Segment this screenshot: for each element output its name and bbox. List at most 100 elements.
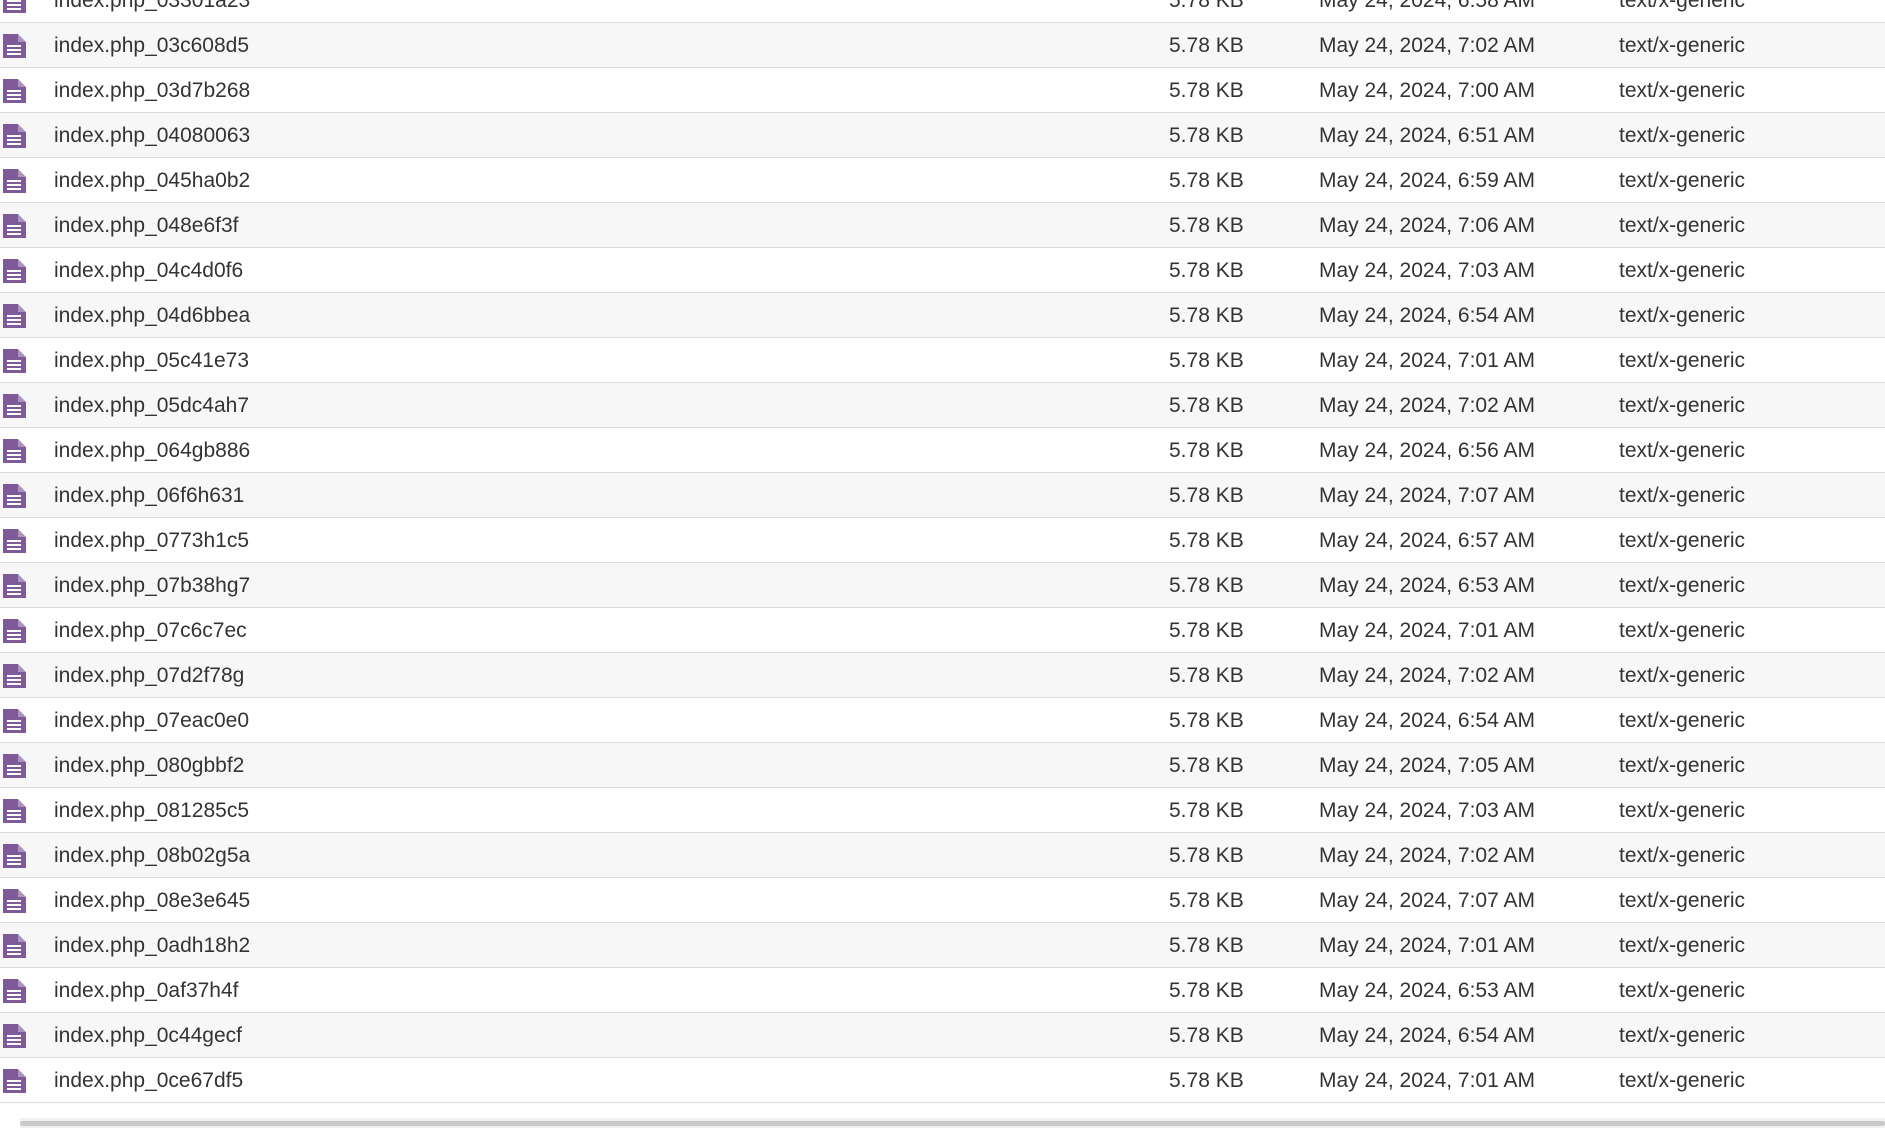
- file-row[interactable]: index.php_0773h1c5 5.78 KB May 24, 2024, 6…: [0, 518, 1885, 563]
- file-name-link[interactable]: index.php_0ce67df5: [54, 1058, 243, 1103]
- file-name-link[interactable]: index.php_05c41e73: [54, 338, 249, 383]
- horizontal-scrollbar-thumb[interactable]: [20, 1121, 1885, 1126]
- file-text-icon[interactable]: [0, 203, 30, 248]
- file-name-link[interactable]: index.php_08e3e645: [54, 878, 250, 923]
- file-name-link[interactable]: index.php_064gb886: [54, 428, 250, 473]
- file-name-link[interactable]: index.php_05dc4ah7: [54, 383, 249, 428]
- file-name-link[interactable]: index.php_07c6c7ec: [54, 608, 247, 653]
- file-row[interactable]: index.php_045ha0b2 5.78 KB May 24, 2024, 6…: [0, 158, 1885, 203]
- file-row[interactable]: index.php_08e3e645 5.78 KB May 24, 2024, 7…: [0, 878, 1885, 923]
- file-row[interactable]: index.php_0ce67df5 5.78 KB May 24, 2024, 7…: [0, 1058, 1885, 1103]
- file-modified-date: May 24, 2024, 7:00 AM: [1319, 79, 1535, 102]
- file-name-link[interactable]: index.php_0adh18h2: [54, 923, 250, 968]
- file-text-icon[interactable]: [0, 383, 30, 428]
- file-mime-type: text/x-generic: [1619, 394, 1746, 417]
- file-text-icon[interactable]: [0, 563, 30, 608]
- file-text-icon[interactable]: [0, 878, 30, 923]
- file-name-link[interactable]: index.php_07eac0e0: [54, 698, 249, 743]
- file-mime-type: text/x-generic: [1619, 439, 1746, 462]
- file-row[interactable]: index.php_04d6bbea 5.78 KB May 24, 2024, 6…: [0, 293, 1885, 338]
- file-row[interactable]: index.php_064gb886 5.78 KB May 24, 2024, 6…: [0, 428, 1885, 473]
- file-text-icon[interactable]: [0, 428, 30, 473]
- file-text-icon[interactable]: [0, 68, 30, 113]
- file-name-link[interactable]: index.php_0773h1c5: [54, 518, 249, 563]
- file-text-icon[interactable]: [0, 968, 30, 1013]
- file-size: 5.78 KB: [1169, 124, 1244, 147]
- file-name-link[interactable]: index.php_04080063: [54, 113, 250, 158]
- file-size: 5.78 KB: [1169, 0, 1244, 12]
- file-text-icon[interactable]: [0, 743, 30, 788]
- file-row[interactable]: index.php_0adh18h2 5.78 KB May 24, 2024, 7…: [0, 923, 1885, 968]
- file-name-link[interactable]: index.php_08b02g5a: [54, 833, 250, 878]
- file-row[interactable]: index.php_03301a23 5.78 KB May 24, 2024, 6…: [0, 0, 1885, 23]
- file-row[interactable]: index.php_04080063 5.78 KB May 24, 2024, 6…: [0, 113, 1885, 158]
- file-size: 5.78 KB: [1169, 484, 1244, 507]
- file-row[interactable]: index.php_0af37h4f 5.78 KB May 24, 2024, 6…: [0, 968, 1885, 1013]
- file-text-icon[interactable]: [0, 293, 30, 338]
- file-name-link[interactable]: index.php_03d7b268: [54, 68, 250, 113]
- file-name-link[interactable]: index.php_081285c5: [54, 788, 249, 833]
- file-row[interactable]: index.php_07eac0e0 5.78 KB May 24, 2024, 6…: [0, 698, 1885, 743]
- file-text-icon[interactable]: [0, 158, 30, 203]
- file-row[interactable]: index.php_0c44gecf 5.78 KB May 24, 2024, 6…: [0, 1013, 1885, 1058]
- file-text-icon[interactable]: [0, 833, 30, 878]
- horizontal-scrollbar[interactable]: [20, 1118, 1885, 1128]
- file-mime-type: text/x-generic: [1619, 889, 1746, 912]
- file-name-link[interactable]: index.php_045ha0b2: [54, 158, 250, 203]
- file-text-icon[interactable]: [0, 923, 30, 968]
- file-modified-date: May 24, 2024, 7:07 AM: [1319, 889, 1535, 912]
- file-mime-type: text/x-generic: [1619, 1024, 1746, 1047]
- file-row[interactable]: index.php_07d2f78g 5.78 KB May 24, 2024, 7…: [0, 653, 1885, 698]
- file-mime-type: text/x-generic: [1619, 304, 1746, 327]
- file-name-link[interactable]: index.php_06f6h631: [54, 473, 244, 518]
- file-mime-type: text/x-generic: [1619, 934, 1746, 957]
- file-name-link[interactable]: index.php_048e6f3f: [54, 203, 239, 248]
- file-modified-date: May 24, 2024, 7:01 AM: [1319, 1069, 1535, 1092]
- file-row[interactable]: index.php_081285c5 5.78 KB May 24, 2024, 7…: [0, 788, 1885, 833]
- file-name-link[interactable]: index.php_03c608d5: [54, 23, 249, 68]
- file-row[interactable]: index.php_07c6c7ec 5.78 KB May 24, 2024, 7…: [0, 608, 1885, 653]
- file-name-link[interactable]: index.php_04c4d0f6: [54, 248, 243, 293]
- file-size: 5.78 KB: [1169, 1069, 1244, 1092]
- file-row[interactable]: index.php_06f6h631 5.78 KB May 24, 2024, 7…: [0, 473, 1885, 518]
- file-name-link[interactable]: index.php_07b38hg7: [54, 563, 250, 608]
- file-text-icon[interactable]: [0, 473, 30, 518]
- file-mime-type: text/x-generic: [1619, 1069, 1746, 1092]
- file-modified-date: May 24, 2024, 7:03 AM: [1319, 259, 1535, 282]
- file-row[interactable]: index.php_05dc4ah7 5.78 KB May 24, 2024, 7…: [0, 383, 1885, 428]
- file-list-table: index.php_03301a23 5.78 KB May 24, 2024, 6…: [0, 0, 1885, 1103]
- file-text-icon[interactable]: [0, 338, 30, 383]
- file-row[interactable]: index.php_04c4d0f6 5.78 KB May 24, 2024, 7…: [0, 248, 1885, 293]
- file-text-icon[interactable]: [0, 653, 30, 698]
- file-modified-date: May 24, 2024, 7:01 AM: [1319, 619, 1535, 642]
- file-row[interactable]: index.php_07b38hg7 5.78 KB May 24, 2024, 6…: [0, 563, 1885, 608]
- file-modified-date: May 24, 2024, 7:05 AM: [1319, 754, 1535, 777]
- file-text-icon[interactable]: [0, 1058, 30, 1103]
- file-text-icon[interactable]: [0, 23, 30, 68]
- file-text-icon[interactable]: [0, 113, 30, 158]
- file-text-icon[interactable]: [0, 518, 30, 563]
- file-mime-type: text/x-generic: [1619, 484, 1746, 507]
- file-size: 5.78 KB: [1169, 79, 1244, 102]
- file-text-icon[interactable]: [0, 248, 30, 293]
- file-text-icon[interactable]: [0, 608, 30, 653]
- file-row[interactable]: index.php_03c608d5 5.78 KB May 24, 2024, 7…: [0, 23, 1885, 68]
- file-name-link[interactable]: index.php_07d2f78g: [54, 653, 244, 698]
- file-row[interactable]: index.php_05c41e73 5.78 KB May 24, 2024, 7…: [0, 338, 1885, 383]
- file-name-link[interactable]: index.php_080gbbf2: [54, 743, 244, 788]
- file-modified-date: May 24, 2024, 6:54 AM: [1319, 709, 1535, 732]
- file-row[interactable]: index.php_080gbbf2 5.78 KB May 24, 2024, 7…: [0, 743, 1885, 788]
- file-name-link[interactable]: index.php_04d6bbea: [54, 293, 250, 338]
- file-row[interactable]: index.php_08b02g5a 5.78 KB May 24, 2024, 7…: [0, 833, 1885, 878]
- file-row[interactable]: index.php_03d7b268 5.78 KB May 24, 2024, 7…: [0, 68, 1885, 113]
- file-mime-type: text/x-generic: [1619, 979, 1746, 1002]
- file-name-link[interactable]: index.php_0c44gecf: [54, 1013, 242, 1058]
- file-name-link[interactable]: index.php_03301a23: [54, 0, 250, 23]
- file-text-icon[interactable]: [0, 1013, 30, 1058]
- file-text-icon[interactable]: [0, 788, 30, 833]
- file-modified-date: May 24, 2024, 6:59 AM: [1319, 169, 1535, 192]
- file-text-icon[interactable]: [0, 698, 30, 743]
- file-row[interactable]: index.php_048e6f3f 5.78 KB May 24, 2024, 7…: [0, 203, 1885, 248]
- file-name-link[interactable]: index.php_0af37h4f: [54, 968, 239, 1013]
- file-text-icon[interactable]: [0, 0, 30, 23]
